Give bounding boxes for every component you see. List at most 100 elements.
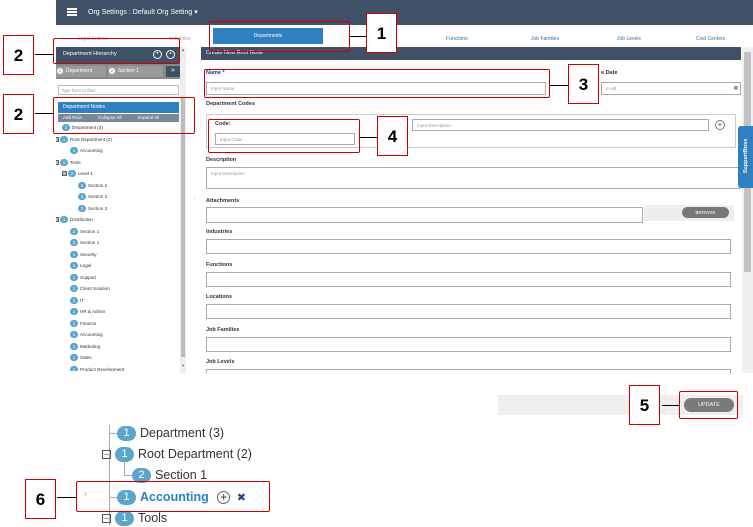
zoom-tree-row[interactable]: 1 Department (3) <box>117 424 224 442</box>
tree-node[interactable]: 1 Accounting <box>70 146 103 155</box>
tree-node[interactable]: 3 Section 2 <box>78 181 107 190</box>
node-label: IT <box>80 297 85 303</box>
description-input[interactable]: Input Description <box>206 167 741 189</box>
level-badge: 1 <box>115 447 134 463</box>
tree-node[interactable]: 3 Section 2 <box>78 204 107 213</box>
node-label: Security <box>80 251 97 257</box>
tab-functions[interactable]: Functions <box>446 36 468 42</box>
node-label: Tools <box>138 511 168 525</box>
level-badge: 1 <box>60 158 68 166</box>
tree-node[interactable]: 2 Section 1 <box>70 227 99 236</box>
tree-node[interactable]: 1 HR & Admin <box>70 307 105 316</box>
callout-4: 4 <box>377 116 408 156</box>
locations-input[interactable] <box>206 304 731 319</box>
level-tab-department[interactable]: 1 Department <box>56 66 106 77</box>
tree-node[interactable]: 1 Support <box>70 273 96 282</box>
hamburger-menu-icon[interactable] <box>67 8 77 16</box>
callout-1: 1 <box>366 13 397 53</box>
node-label: Distribution <box>70 217 93 222</box>
level-badge: 1 <box>70 331 78 339</box>
level-badge: 1 <box>70 319 78 327</box>
browse-button[interactable]: BROWSE <box>682 207 729 218</box>
tree-node[interactable]: ⊟ 1 Root Department (2) <box>56 135 112 144</box>
scroll-up-icon[interactable]: ▲ <box>180 47 186 53</box>
tab-job-levels[interactable]: Job Levels <box>617 36 641 42</box>
highlight-department-nodes <box>53 97 195 134</box>
level-badge: 1 <box>70 147 78 155</box>
collapse-icon[interactable]: ⊟ <box>62 171 67 177</box>
level-badge: 2 <box>70 239 78 247</box>
collapse-icon[interactable]: − <box>102 450 111 460</box>
tree-node[interactable]: 1 Sales <box>70 353 92 362</box>
level-badge: 1 <box>60 135 68 143</box>
department-tree: 1 Department (3) ⊟ 1 Root Department (2) 1 Acc… <box>56 123 180 371</box>
tree-node[interactable]: 1 IT <box>70 296 84 305</box>
node-label: Section 2 <box>88 205 108 211</box>
level-badge: 3 <box>78 193 86 201</box>
node-label: Accounting <box>80 332 103 337</box>
functions-input[interactable] <box>206 272 731 287</box>
industries-input[interactable] <box>206 239 731 254</box>
level-badge: 3 <box>78 181 86 189</box>
node-label: Sales <box>80 355 92 360</box>
tree-node[interactable]: 1 Accounting <box>70 330 103 339</box>
locations-label: Locations <box>206 294 232 300</box>
tree-node[interactable]: ⊟ 1 Tools <box>56 158 81 167</box>
node-label: Section 2 <box>88 182 108 188</box>
form-scrollbar[interactable] <box>742 47 753 373</box>
job-families-input[interactable] <box>206 337 731 352</box>
callout-6: 6 <box>25 479 56 519</box>
attachments-input[interactable] <box>206 207 643 223</box>
level-badge: 1 <box>70 354 78 362</box>
level-badge: 3 <box>78 204 86 212</box>
callout-3: 3 <box>568 64 599 104</box>
tree-node[interactable]: 1 Legal <box>70 261 91 270</box>
tree-node[interactable]: ⊟ 1 Distribution <box>56 215 93 224</box>
scroll-thumb[interactable] <box>181 97 185 357</box>
collapse-icon[interactable]: ⊟ <box>56 217 59 223</box>
level-tab-section[interactable]: 2 Section 1 <box>108 66 163 77</box>
callout-arrow <box>360 137 378 138</box>
tree-node[interactable]: 1 Client Solution <box>70 284 110 293</box>
tree-node[interactable]: 1 Finance <box>70 319 96 328</box>
highlight-hierarchy-header <box>53 38 180 64</box>
node-label: Section 1 <box>80 240 100 245</box>
tree-filter-input[interactable]: Type here to filter <box>58 85 179 95</box>
tree-node[interactable]: ⊟ 2 Level 1 <box>62 169 93 178</box>
highlight-update-button <box>679 391 738 419</box>
zoom-tree-row[interactable]: −1 Root Department (2) <box>102 445 252 463</box>
tree-node[interactable]: 2 Section 1 <box>70 238 99 247</box>
callout-5: 5 <box>629 385 660 425</box>
tree-node[interactable]: 3 Section 2 <box>78 192 107 201</box>
scroll-down-icon[interactable]: ▼ <box>180 363 186 369</box>
job-levels-input[interactable] <box>206 369 731 373</box>
tree-scrollbar[interactable]: ▲ ▼ <box>180 47 186 373</box>
tree-guide-line <box>124 475 132 476</box>
collapse-icon[interactable]: ⊟ <box>56 159 59 165</box>
level-badge: 1 <box>70 250 78 258</box>
level-badge: 2 <box>70 227 78 235</box>
tree-node[interactable]: 1 Security <box>70 250 97 259</box>
add-code-icon[interactable]: + <box>715 120 725 130</box>
highlight-name-field <box>204 69 550 98</box>
date-input[interactable]: m-dd ▦ <box>601 82 741 95</box>
level-badge: 2 <box>68 170 76 178</box>
double-chevron-right-icon[interactable]: » <box>166 66 180 77</box>
splitter-handle[interactable]: ⋮ <box>192 195 197 213</box>
level-badge: 1 <box>70 262 78 270</box>
tab-cost-centers[interactable]: Cost Centers <box>696 36 725 42</box>
supportboss-tab[interactable]: SupportBoss <box>738 126 753 188</box>
calendar-icon[interactable]: ▦ <box>734 85 738 91</box>
page-title[interactable]: Org Settings : Default Org Setting ▾ <box>88 8 198 16</box>
node-label: Finance <box>80 320 97 326</box>
tree-node[interactable]: 1 Product Development <box>70 365 124 371</box>
description-label: Description <box>206 157 237 163</box>
collapse-icon[interactable]: − <box>102 514 111 524</box>
tree-node[interactable]: 1 Marketing <box>70 342 100 351</box>
callout-arrow <box>350 36 366 37</box>
code-description-input[interactable]: Input Description <box>412 119 709 131</box>
level-badge: 1 <box>70 285 78 293</box>
tab-job-families[interactable]: Job Families <box>531 36 559 42</box>
collapse-icon[interactable]: ⊟ <box>56 136 59 142</box>
functions-label: Functions <box>206 262 233 268</box>
